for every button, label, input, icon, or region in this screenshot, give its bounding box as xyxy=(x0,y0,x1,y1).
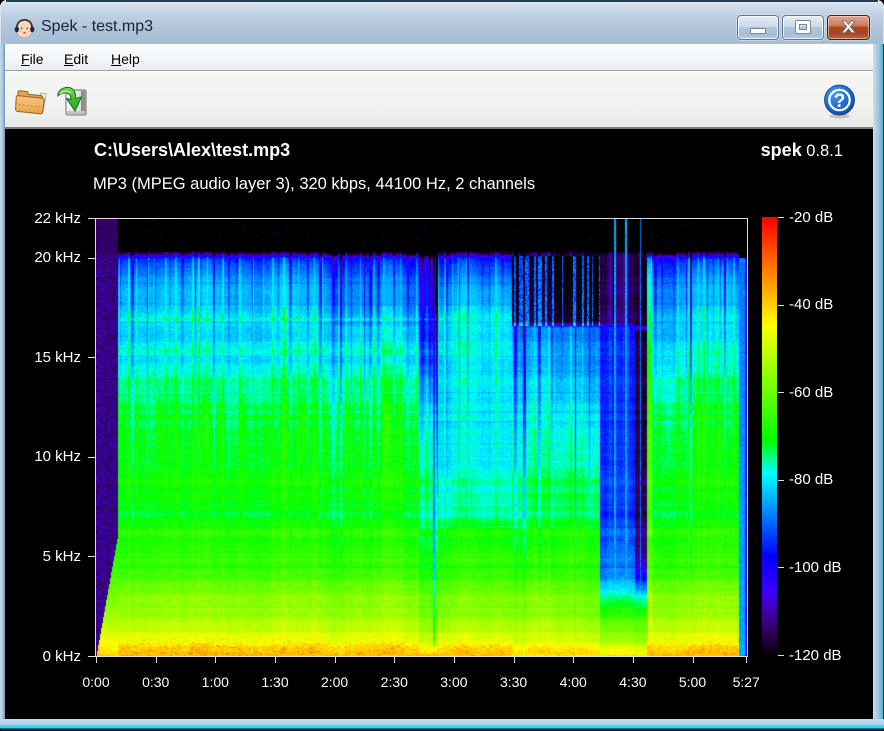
svg-text:?: ? xyxy=(834,91,846,112)
